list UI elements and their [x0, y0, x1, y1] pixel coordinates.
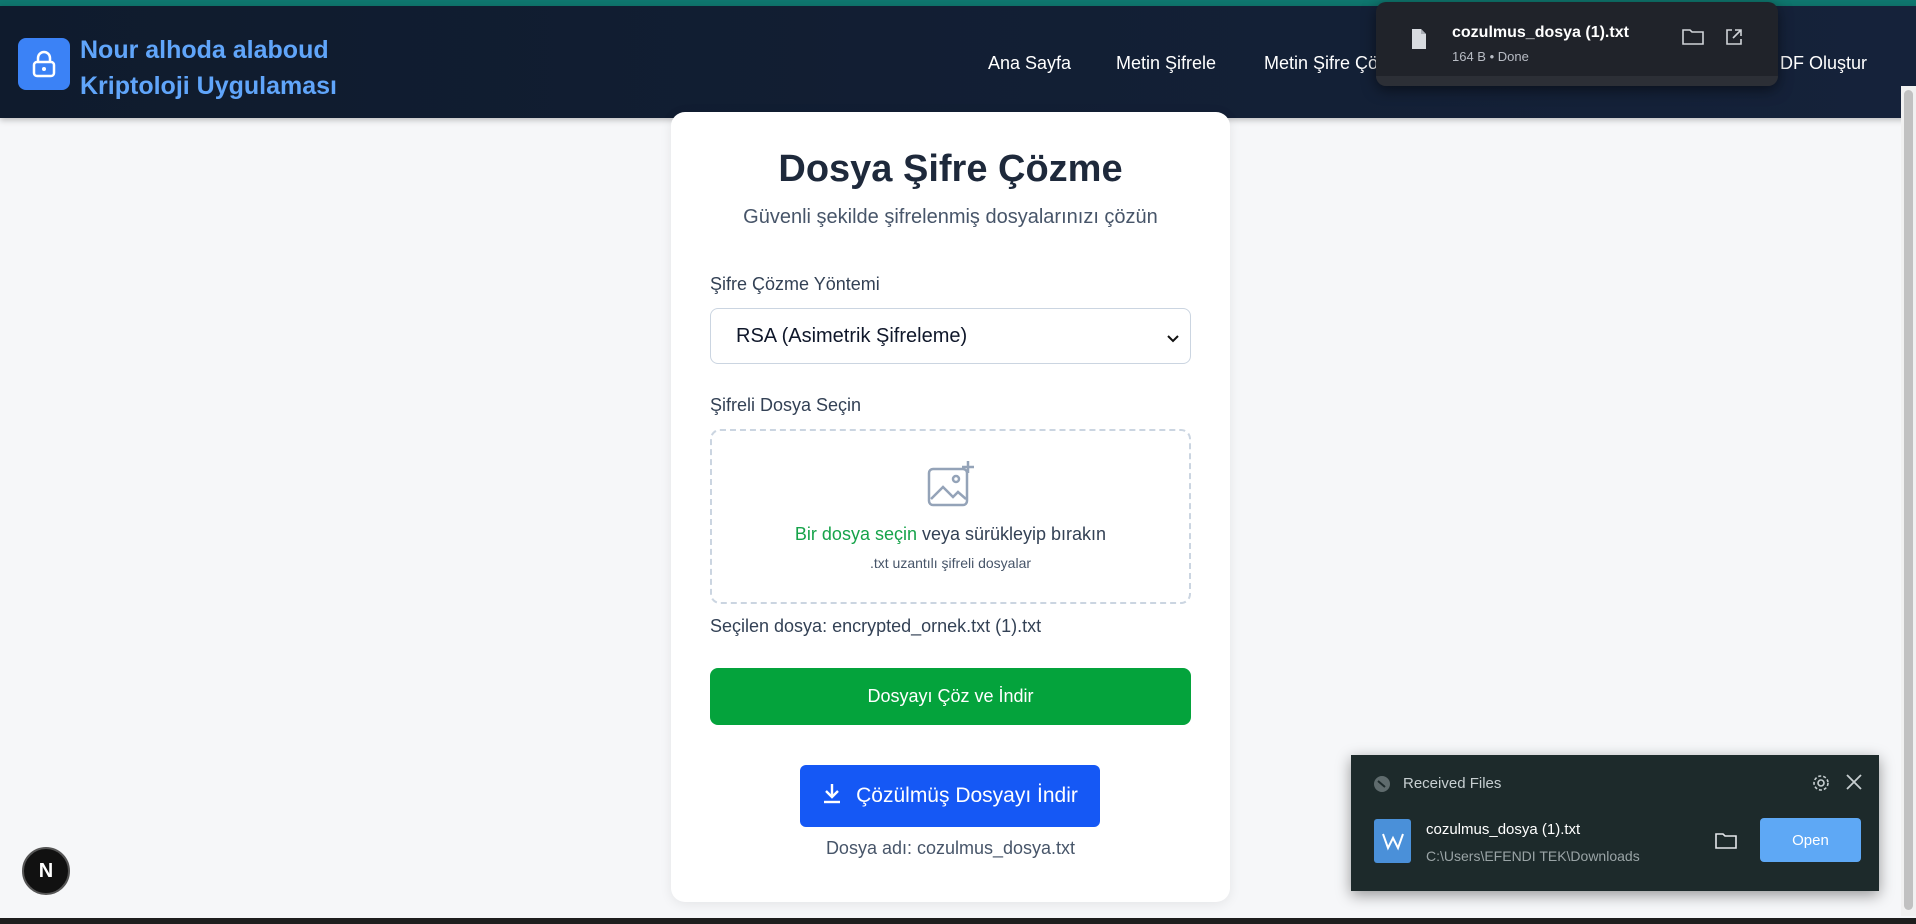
toast-filepath: C:\Users\EFENDI TEK\Downloads	[1426, 848, 1640, 864]
choose-file-link[interactable]: Bir dosya seçin	[795, 524, 917, 544]
output-filename: Dosya adı: cozulmus_dosya.txt	[825, 838, 1076, 858]
download-popup: cozulmus_dosya (1).txt 164 B • Done	[1376, 2, 1778, 86]
gear-icon[interactable]	[1811, 773, 1831, 798]
method-selected-value: RSA (Asimetrik Şifreleme)	[736, 324, 968, 347]
scrollbar-thumb[interactable]	[1904, 90, 1913, 910]
app-logo-icon	[1373, 775, 1391, 798]
download-decrypted-button[interactable]: Çözülmüş Dosyayı İndir	[800, 765, 1100, 827]
nav-item-encrypt-text[interactable]: Metin Şifrele	[1116, 53, 1216, 74]
scrollbar[interactable]	[1901, 86, 1916, 916]
download-decrypted-label: Çözülmüş Dosyayı İndir	[856, 784, 1078, 807]
nav-item-decrypt-text[interactable]: Metin Şifre Çö	[1264, 53, 1378, 74]
selected-file-text: Seçilen dosya: encrypted_ornek.txt (1).t…	[710, 616, 1042, 636]
method-label: Şifre Çözme Yöntemi	[710, 274, 880, 294]
file-label: Şifreli Dosya Seçin	[710, 395, 862, 415]
method-select[interactable]: RSA (Asimetrik Şifreleme)	[710, 308, 1191, 364]
decrypt-card: Dosya Şifre Çözme Güvenli şekilde şifrel…	[671, 112, 1230, 902]
toast-filename: cozulmus_dosya (1).txt	[1426, 821, 1581, 838]
download-popup-footer	[1376, 76, 1778, 86]
download-filename[interactable]: cozulmus_dosya (1).txt	[1452, 24, 1629, 42]
page-title: Dosya Şifre Çözme	[778, 148, 1123, 190]
decrypt-download-button[interactable]: Dosyayı Çöz ve İndir	[710, 668, 1191, 725]
file-dropzone[interactable]: Bir dosya seçin veya sürükleyip bırakın …	[710, 429, 1191, 604]
chevron-down-icon	[1166, 327, 1180, 350]
toast-title: Received Files	[1403, 775, 1502, 792]
folder-icon[interactable]	[1682, 27, 1704, 50]
document-icon	[1410, 28, 1428, 55]
open-external-icon[interactable]	[1724, 27, 1744, 52]
open-file-button[interactable]: Open	[1760, 818, 1861, 862]
file-icon	[1374, 819, 1411, 863]
nextjs-badge[interactable]: N	[22, 847, 70, 895]
close-icon[interactable]	[1845, 773, 1863, 796]
folder-icon[interactable]	[1715, 831, 1737, 854]
page-subtitle: Güvenli şekilde şifrelenmiş dosyalarınız…	[743, 206, 1158, 228]
image-add-icon	[926, 459, 976, 514]
dropzone-hint: .txt uzantılı şifreli dosyalar	[869, 555, 1032, 571]
dropzone-instructions: veya sürükleyip bırakın	[916, 524, 1107, 544]
download-icon	[822, 782, 842, 810]
dropzone-text: Bir dosya seçin veya sürükleyip bırakın	[712, 524, 1189, 545]
nav-item-home[interactable]: Ana Sayfa	[988, 53, 1071, 74]
download-status: 164 B • Done	[1452, 49, 1529, 64]
nav-item-create-pdf[interactable]: DF Oluştur	[1780, 53, 1867, 74]
received-files-toast: Received Files cozulmus_dosya (1).txt C:…	[1351, 755, 1879, 891]
window-bottom-border	[0, 918, 1916, 924]
